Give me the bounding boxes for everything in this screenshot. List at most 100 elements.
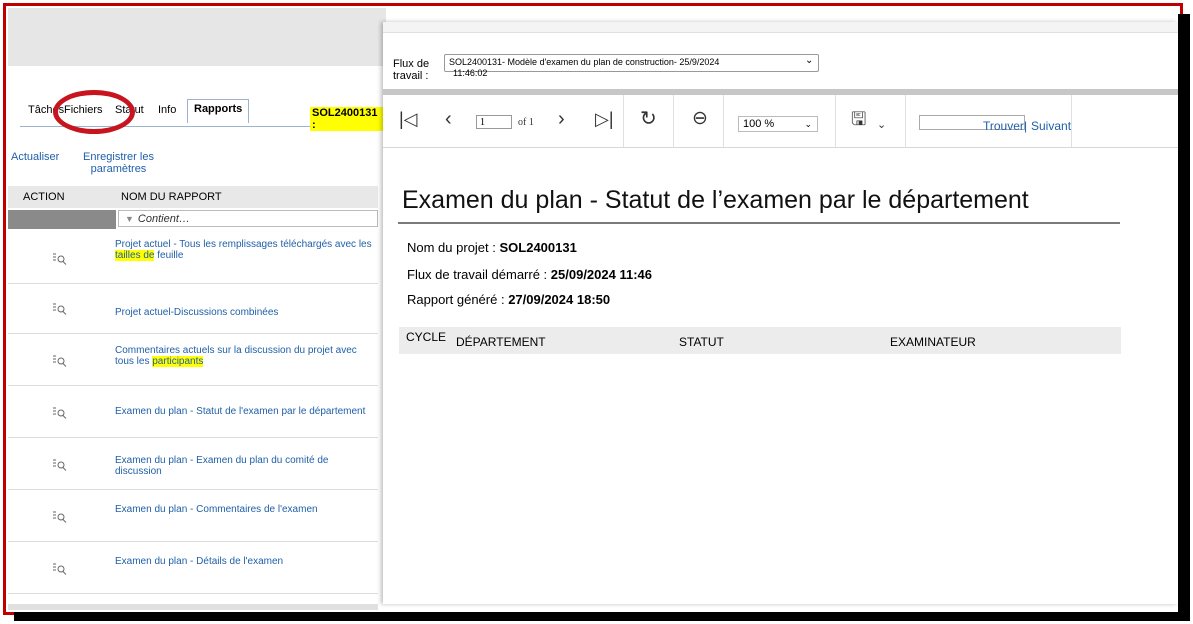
page-number-input[interactable]: 1 <box>476 115 512 129</box>
report-title: Examen du plan - Statut de l’examen par … <box>402 186 1029 214</box>
filter-row: ▼ Contient… <box>8 210 378 229</box>
view-report-icon[interactable] <box>52 302 68 316</box>
chevron-down-icon: ⌄ <box>804 119 812 129</box>
report-link[interactable]: Examen du plan - Statut de l'examen par … <box>115 406 373 417</box>
report-link[interactable]: Examen du plan - Détails de l'examen <box>115 556 373 567</box>
viewer-top-bar <box>383 22 1178 33</box>
report-link[interactable]: Projet actuel-Discussions combinées <box>115 307 373 318</box>
save-parameters-button[interactable]: Enregistrer les paramètres <box>71 151 166 175</box>
filter-placeholder: Contient… <box>137 213 190 225</box>
generated-value: 27/09/2024 18:50 <box>508 292 611 307</box>
view-report-icon[interactable] <box>52 510 68 524</box>
report-table-header: CYCLE DÉPARTEMENT STATUT EXAMINATEUR <box>399 327 1121 354</box>
report-row[interactable]: Examen du plan - Examen du plan du comit… <box>8 437 378 490</box>
shadow-right <box>1178 14 1190 620</box>
toolbar-separator <box>673 95 674 147</box>
toolbar-separator <box>623 95 624 147</box>
column-action: ACTION <box>23 191 65 203</box>
toolbar-separator <box>835 95 836 147</box>
refresh-button[interactable]: Actualiser <box>11 151 59 163</box>
view-report-icon[interactable] <box>52 458 68 472</box>
column-cycle: CYCLE <box>406 330 447 344</box>
save-parameters-label-1: Enregistrer les <box>83 151 154 163</box>
report-row[interactable]: Examen du plan - Statut de l'examen par … <box>8 385 378 438</box>
workflow-select[interactable]: SOL2400131- Modèle d'examen du plan de c… <box>444 54 819 72</box>
report-link[interactable]: Projet actuel - Tous les remplissages té… <box>115 239 373 261</box>
find-separator: | <box>1024 119 1028 133</box>
report-link-text: Projet actuel-Discussions combinées <box>115 307 279 318</box>
workflow-label-2: travail : <box>393 70 429 82</box>
report-row[interactable]: Commentaires actuels sur la discussion d… <box>8 333 378 386</box>
panel-bottom-bar <box>8 604 378 610</box>
report-link-text: Examen du plan - Statut de l'examen par … <box>115 406 366 417</box>
report-name-filter[interactable]: ▼ Contient… <box>118 210 378 227</box>
view-report-icon[interactable] <box>52 252 68 266</box>
view-report-icon[interactable] <box>52 562 68 576</box>
funnel-icon[interactable]: ▼ <box>125 214 134 224</box>
view-report-icon[interactable] <box>52 406 68 420</box>
shadow-bottom <box>14 612 1190 621</box>
refresh-icon[interactable]: ↻ <box>640 109 657 129</box>
title-rule <box>398 222 1120 224</box>
workflow-started-line: Flux de travail démarré : 25/09/2024 11:… <box>407 267 652 282</box>
search-highlight: participants <box>152 356 204 367</box>
reports-panel: Tâches Fichiers Statut Info Rapports SOL… <box>8 8 386 610</box>
report-table-header: ACTION NOM DU RAPPORT <box>8 186 378 208</box>
column-report-name[interactable]: NOM DU RAPPORT <box>121 191 222 203</box>
column-examiner: EXAMINATEUR <box>890 335 976 349</box>
zoom-value: 100 % <box>743 118 775 130</box>
save-icon[interactable]: 🖫 <box>851 109 866 129</box>
workflow-started-label: Flux de travail démarré : <box>407 267 551 282</box>
next-page-icon[interactable]: › <box>558 109 565 129</box>
last-page-icon[interactable]: ▷| <box>595 109 614 129</box>
chevron-down-icon[interactable]: ⌄ <box>877 115 886 135</box>
toolbar-separator <box>723 95 724 147</box>
project-label: Nom du projet : <box>407 240 500 255</box>
back-icon[interactable]: ⊖ <box>692 109 708 129</box>
screenshot-frame: Tâches Fichiers Statut Info Rapports SOL… <box>0 0 1193 624</box>
workflow-select-value: SOL2400131- Modèle d'examen du plan de c… <box>449 57 720 67</box>
find-button[interactable]: Trouver <box>983 119 1024 133</box>
workflow-label: Flux de travail : <box>393 58 429 82</box>
toolbar-separator <box>1071 95 1072 147</box>
page-count: of 1 <box>518 117 534 128</box>
viewer-toolbar: |◁ ‹ 1 of 1 › ▷| ↻ ⊖ 100 % ⌄ 🖫 ⌄ Trouver… <box>383 95 1178 148</box>
project-badge: SOL2400131 : <box>310 107 386 131</box>
workflow-label-1: Flux de <box>393 58 430 70</box>
chevron-down-icon: ⌄ <box>805 55 814 66</box>
report-link[interactable]: Examen du plan - Commentaires de l'exame… <box>115 504 373 515</box>
tab-rapports[interactable]: Rapports <box>187 99 250 123</box>
view-report-icon[interactable] <box>52 354 68 368</box>
zoom-select[interactable]: 100 % ⌄ <box>738 116 818 132</box>
workflow-started-value: 25/09/2024 11:46 <box>550 267 652 282</box>
search-highlight: tailles de <box>115 250 155 261</box>
previous-page-icon[interactable]: ‹ <box>445 109 452 129</box>
report-link[interactable]: Commentaires actuels sur la discussion d… <box>115 345 373 367</box>
report-generated-line: Rapport généré : 27/09/2024 18:50 <box>407 292 610 307</box>
report-link-text: Examen du plan - Détails de l'examen <box>115 556 284 567</box>
report-link-text: Projet actuel - Tous les remplissages té… <box>115 239 372 250</box>
report-row[interactable]: Projet actuel - Tous les remplissages té… <box>8 230 378 284</box>
save-parameters-label-2: paramètres <box>90 163 147 175</box>
report-link-text-end: feuille <box>154 250 184 261</box>
report-viewer: Flux de travail : SOL2400131- Modèle d'e… <box>383 22 1178 604</box>
panel-header-bar <box>8 8 386 66</box>
find-next-button[interactable]: Suivant <box>1031 119 1071 133</box>
project-value: SOL2400131 <box>499 240 577 255</box>
report-link-text: Examen du plan - Commentaires de l'exame… <box>115 504 318 515</box>
report-link[interactable]: Examen du plan - Examen du plan du comit… <box>115 455 373 477</box>
generated-label: Rapport généré : <box>407 292 509 307</box>
column-department: DÉPARTEMENT <box>456 335 546 349</box>
report-row[interactable]: Projet actuel-Discussions combinées <box>8 283 378 334</box>
workflow-select-time: 11:46:02 <box>453 68 488 78</box>
column-status: STATUT <box>679 335 724 349</box>
toolbar-separator <box>905 95 906 147</box>
filter-spacer <box>8 210 116 229</box>
report-row[interactable]: Examen du plan - Commentaires de l'exame… <box>8 489 378 542</box>
tab-info[interactable]: Info <box>158 104 176 116</box>
report-link-text: Examen du plan - Examen du plan du comit… <box>115 455 329 477</box>
first-page-icon[interactable]: |◁ <box>399 109 418 129</box>
project-name-line: Nom du projet : SOL2400131 <box>407 240 577 255</box>
report-row[interactable]: Examen du plan - Détails de l'examen <box>8 541 378 594</box>
annotation-circle <box>53 90 135 134</box>
